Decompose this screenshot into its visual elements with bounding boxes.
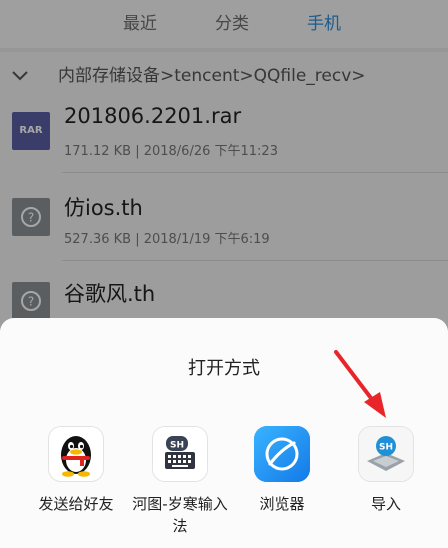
import-skin-icon: SH (358, 426, 414, 482)
app-label: 河图-岁寒输入法 (132, 495, 228, 535)
svg-text:SH: SH (379, 443, 393, 453)
app-label: 发送给好友 (38, 495, 114, 513)
app-label: 导入 (370, 495, 401, 513)
shouxin-keyboard-icon: SH (152, 426, 208, 482)
app-option-browser[interactable]: 浏览器 (230, 426, 334, 515)
browser-compass-icon (254, 426, 310, 482)
app-option-hetu-input[interactable]: SH 河图-岁寒输入法 (128, 426, 232, 537)
app-option-import[interactable]: SH 导入 (334, 426, 438, 515)
annotation-arrow-icon (334, 350, 386, 418)
svg-text:SH: SH (170, 441, 184, 451)
app-option-send-to-friend[interactable]: 发送给好友 (24, 426, 128, 515)
qq-penguin-icon (48, 426, 104, 482)
app-label: 浏览器 (259, 495, 305, 513)
